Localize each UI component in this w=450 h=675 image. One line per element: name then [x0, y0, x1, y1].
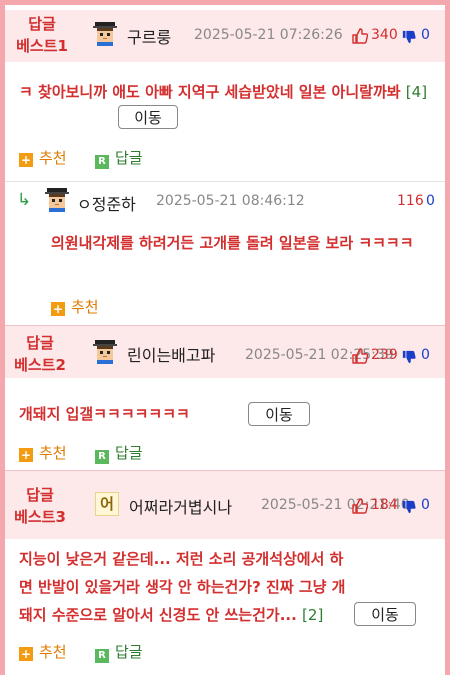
- author-nickname[interactable]: 어쩌라거볍시나: [129, 494, 232, 518]
- best-rank-badge: 답글 베스트2: [5, 332, 75, 376]
- reply-button[interactable]: R 답글: [95, 442, 143, 464]
- move-button[interactable]: 이동: [118, 105, 178, 129]
- reply-icon: R: [95, 450, 109, 464]
- upvote-count: 116: [397, 193, 424, 209]
- plus-icon: +: [19, 153, 33, 167]
- avatar-icon[interactable]: [93, 340, 117, 364]
- rank-number: 베스트3: [14, 508, 66, 526]
- recommend-button[interactable]: + 추천: [19, 147, 67, 168]
- rank-number: 베스트1: [16, 37, 68, 55]
- reply-label: 답글: [115, 149, 143, 167]
- recommend-label: 추천: [39, 444, 67, 462]
- reply-icon: R: [95, 649, 109, 663]
- recommend-button[interactable]: + 추천: [19, 442, 67, 463]
- upvote-count: 340: [371, 27, 398, 43]
- plus-icon: +: [19, 647, 33, 661]
- thumbs-up-icon[interactable]: [352, 28, 368, 44]
- thumbs-up-icon[interactable]: [352, 498, 368, 514]
- downvote-count: 0: [421, 497, 430, 513]
- rank-label: 답글: [26, 334, 54, 352]
- recommend-label: 추천: [39, 149, 67, 167]
- best-rank-badge: 답글 베스트1: [7, 13, 77, 57]
- thumbs-up-icon[interactable]: [352, 348, 368, 364]
- recommend-label: 추천: [39, 643, 67, 661]
- comment-text: ㅋ 찾아보니까 애도 아빠 지역구 세습받았네 일본 아니랄까봐: [19, 83, 401, 101]
- best-comment-header: 답글 베스트2 린이는배고파 2025-05-21 02:25:39 239 0: [5, 325, 445, 378]
- comment-content: ㅋ 찾아보니까 애도 아빠 지역구 세습받았네 일본 아니랄까봐 [4]: [19, 78, 431, 106]
- comment-content: 개돼지 입갤ㅋㅋㅋㅋㅋㅋㅋ: [19, 400, 190, 428]
- reply-arrow-icon: ↳: [17, 190, 32, 210]
- reply-label: 답글: [115, 444, 143, 462]
- thumbs-down-icon[interactable]: [402, 350, 416, 364]
- recommend-button[interactable]: + 추천: [19, 641, 67, 662]
- reply-icon: R: [95, 155, 109, 169]
- reply-label: 답글: [115, 643, 143, 661]
- comment-date: 2025-05-21 08:46:12: [156, 193, 305, 209]
- avatar-icon[interactable]: [45, 188, 69, 212]
- avatar-icon[interactable]: [93, 22, 117, 46]
- downvote-count: 0: [421, 347, 430, 363]
- author-nickname[interactable]: ㅇ정준하: [77, 191, 136, 215]
- upvote-count: 184: [371, 497, 398, 513]
- rank-label: 답글: [28, 15, 56, 33]
- downvote-count: 0: [421, 27, 430, 43]
- comment-date: 2025-05-21 07:26:26: [194, 27, 343, 43]
- thumbs-down-icon[interactable]: [402, 500, 416, 514]
- comment-content: 지능이 낮은거 같은데... 저런 소리 공개석상에서 하면 반발이 있을거라 …: [19, 545, 347, 629]
- downvote-count: 0: [426, 193, 435, 209]
- divider: [5, 181, 445, 182]
- move-button[interactable]: 이동: [248, 402, 310, 426]
- recommend-button[interactable]: + 추천: [51, 296, 99, 317]
- rank-number: 베스트2: [14, 356, 66, 374]
- comment-panel: 답글 베스트1 구르룽 2025-05-21 07:26:26 340 0 ㅋ …: [0, 0, 450, 675]
- reply-count: [4]: [405, 83, 428, 101]
- author-nickname[interactable]: 구르룽: [127, 24, 171, 48]
- best-comment-header: 답글 베스트3 어 어쩌라거볍시나 2025-05-21 02:21:40 18…: [5, 470, 445, 539]
- best-comment-header: 답글 베스트1 구르룽 2025-05-21 07:26:26 340 0: [5, 10, 445, 62]
- avatar[interactable]: 어: [95, 492, 119, 516]
- comment-text: 지능이 낮은거 같은데... 저런 소리 공개석상에서 하면 반발이 있을거라 …: [19, 550, 346, 624]
- author-nickname[interactable]: 린이는배고파: [127, 342, 215, 366]
- upvote-count: 239: [371, 347, 398, 363]
- rank-label: 답글: [26, 486, 54, 504]
- move-button[interactable]: 이동: [354, 602, 416, 626]
- recommend-label: 추천: [71, 298, 99, 316]
- thumbs-down-icon[interactable]: [402, 30, 416, 44]
- best-rank-badge: 답글 베스트3: [5, 484, 75, 528]
- comment-text: 개돼지 입갤ㅋㅋㅋㅋㅋㅋㅋ: [19, 405, 190, 423]
- plus-icon: +: [51, 302, 65, 316]
- reply-button[interactable]: R 답글: [95, 147, 143, 169]
- comment-text: 의원내각제를 하려거든 고개를 돌려 일본을 보라 ㅋㅋㅋㅋ: [51, 234, 414, 252]
- reply-count: [2]: [302, 606, 324, 624]
- plus-icon: +: [19, 448, 33, 462]
- reply-button[interactable]: R 답글: [95, 641, 143, 663]
